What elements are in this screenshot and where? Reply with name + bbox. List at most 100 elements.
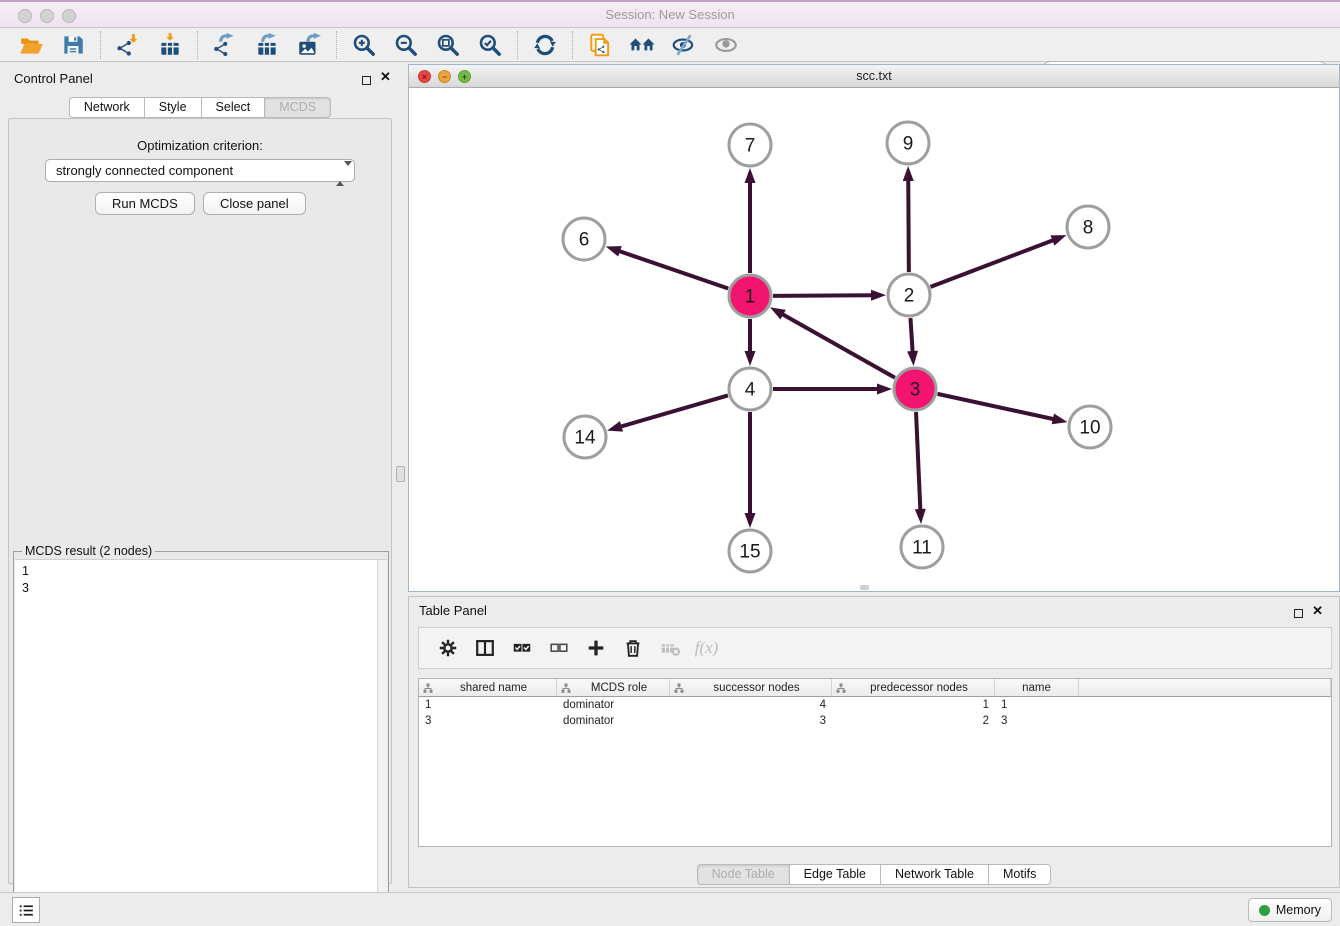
deselect-all-rows-button[interactable]	[540, 631, 577, 665]
open-session-button[interactable]	[10, 30, 52, 60]
graph-edge-1-7[interactable]	[745, 168, 756, 273]
table-tab-network-table[interactable]: Network Table	[880, 864, 988, 885]
graph-node-1[interactable]: 1	[729, 275, 771, 317]
window-minimize-button[interactable]	[40, 9, 54, 23]
tab-style[interactable]: Style	[144, 97, 201, 118]
graph-node-2[interactable]: 2	[888, 274, 930, 316]
network-window: × − + scc.txt 1 2 3 4 6 7 8 9 10 11 14 15	[408, 64, 1340, 592]
column-header-successor-nodes[interactable]: successor nodes	[670, 679, 832, 696]
graph-edge-1-4[interactable]	[745, 319, 756, 366]
task-history-button[interactable]	[12, 897, 40, 923]
zoom-fit-button[interactable]	[427, 30, 469, 60]
show-all-button[interactable]	[705, 30, 747, 60]
table-tab-motifs[interactable]: Motifs	[988, 864, 1051, 885]
zoom-selected-button[interactable]	[469, 30, 511, 60]
zoom-in-button[interactable]	[343, 30, 385, 60]
graph-edge-4-3[interactable]	[773, 384, 892, 395]
graph-edge-3-1[interactable]	[770, 307, 895, 377]
table-cell: 3	[995, 713, 1079, 729]
graph-node-11[interactable]: 11	[901, 526, 943, 568]
graph-edge-4-14[interactable]	[607, 395, 728, 431]
tab-network[interactable]: Network	[69, 97, 144, 118]
tree-icon	[836, 683, 846, 693]
graph-node-7[interactable]: 7	[729, 124, 771, 166]
zoom-out-button[interactable]	[385, 30, 427, 60]
toolbar-separator	[100, 31, 101, 59]
graph-edge-2-3[interactable]	[907, 318, 918, 366]
svg-text:7: 7	[745, 136, 756, 157]
tree-icon	[674, 683, 684, 693]
window-zoom-button[interactable]	[62, 9, 76, 23]
graph-edge-3-10[interactable]	[937, 394, 1067, 424]
apply-layout-button[interactable]	[524, 30, 566, 60]
network-graph: 1 2 3 4 6 7 8 9 10 11 14 15	[409, 88, 1339, 591]
graph-node-10[interactable]: 10	[1069, 406, 1111, 448]
column-header-shared-name[interactable]: shared name	[419, 679, 557, 696]
graph-edge-3-11[interactable]	[915, 412, 926, 524]
close-panel-button[interactable]: Close panel	[203, 192, 306, 215]
graph-node-6[interactable]: 6	[563, 218, 605, 260]
control-panel-title: Control Panel	[14, 71, 93, 86]
graph-edge-1-6[interactable]	[606, 246, 728, 288]
svg-text:11: 11	[912, 538, 932, 559]
table-tab-edge-table[interactable]: Edge Table	[789, 864, 880, 885]
show-columns-button[interactable]	[466, 631, 503, 665]
graph-node-8[interactable]: 8	[1067, 206, 1109, 248]
graph-node-3[interactable]: 3	[894, 368, 936, 410]
memory-label: Memory	[1276, 903, 1321, 917]
float-panel-icon[interactable]	[362, 72, 371, 90]
first-neighbors-button[interactable]	[621, 30, 663, 60]
import-network-button[interactable]	[107, 30, 149, 60]
mcds-panel-body: Optimization criterion: strongly connect…	[8, 118, 392, 884]
memory-button[interactable]: Memory	[1248, 898, 1332, 922]
split-divider-handle[interactable]	[396, 466, 405, 482]
column-header-MCDS-role[interactable]: MCDS role	[557, 679, 670, 696]
save-session-button[interactable]	[52, 30, 94, 60]
graph-edge-4-15[interactable]	[745, 412, 756, 528]
result-scrollbar[interactable]	[377, 560, 387, 926]
table-tab-node-table[interactable]: Node Table	[697, 864, 789, 885]
clone-network-button[interactable]	[579, 30, 621, 60]
run-mcds-button[interactable]: Run MCDS	[95, 192, 195, 215]
column-settings-button[interactable]	[429, 631, 466, 665]
network-window-titlebar[interactable]: × − + scc.txt	[409, 65, 1339, 88]
graph-edge-2-8[interactable]	[931, 235, 1067, 287]
frame-maximize-button[interactable]: +	[458, 70, 471, 83]
add-column-button[interactable]	[577, 631, 614, 665]
export-network-button[interactable]	[204, 30, 246, 60]
canvas-scrollbar-thumb[interactable]	[860, 585, 869, 590]
close-table-panel-icon[interactable]: ✕	[1312, 606, 1323, 615]
hide-selected-button[interactable]	[663, 30, 705, 60]
svg-text:8: 8	[1083, 218, 1094, 239]
table-header-row: shared nameMCDS rolesuccessor nodesprede…	[419, 679, 1331, 697]
graph-edge-2-9[interactable]	[903, 166, 914, 272]
delete-column-button[interactable]	[614, 631, 651, 665]
window-close-button[interactable]	[18, 9, 32, 23]
float-table-panel-icon[interactable]	[1294, 605, 1303, 623]
export-image-button[interactable]	[288, 30, 330, 60]
graph-node-4[interactable]: 4	[729, 368, 771, 410]
network-canvas[interactable]: 1 2 3 4 6 7 8 9 10 11 14 15	[409, 88, 1339, 591]
zoom-in-icon	[351, 32, 377, 58]
table-row[interactable]: 1dominator411	[419, 697, 1331, 713]
tab-mcds[interactable]: MCDS	[264, 97, 331, 118]
tab-select[interactable]: Select	[201, 97, 265, 118]
control-panel: Control Panel ✕ NetworkStyleSelectMCDS O…	[0, 62, 400, 890]
optimization-criterion-label: Optimization criterion:	[9, 138, 391, 153]
criterion-select[interactable]: strongly connected component	[45, 159, 355, 182]
frame-minimize-button[interactable]: −	[438, 70, 451, 83]
graph-node-14[interactable]: 14	[564, 416, 606, 458]
graph-node-15[interactable]: 15	[729, 530, 771, 572]
frame-close-button[interactable]: ×	[418, 70, 431, 83]
table-row[interactable]: 3dominator323	[419, 713, 1331, 729]
select-all-rows-button[interactable]	[503, 631, 540, 665]
graph-edge-1-2[interactable]	[773, 290, 886, 301]
column-header-predecessor-nodes[interactable]: predecessor nodes	[832, 679, 995, 696]
column-header-name[interactable]: name	[995, 679, 1079, 696]
graph-node-9[interactable]: 9	[887, 122, 929, 164]
table-cell: 1	[995, 697, 1079, 713]
import-table-button[interactable]	[149, 30, 191, 60]
export-table-button[interactable]	[246, 30, 288, 60]
tree-icon	[561, 683, 571, 693]
close-panel-icon[interactable]: ✕	[380, 72, 391, 81]
